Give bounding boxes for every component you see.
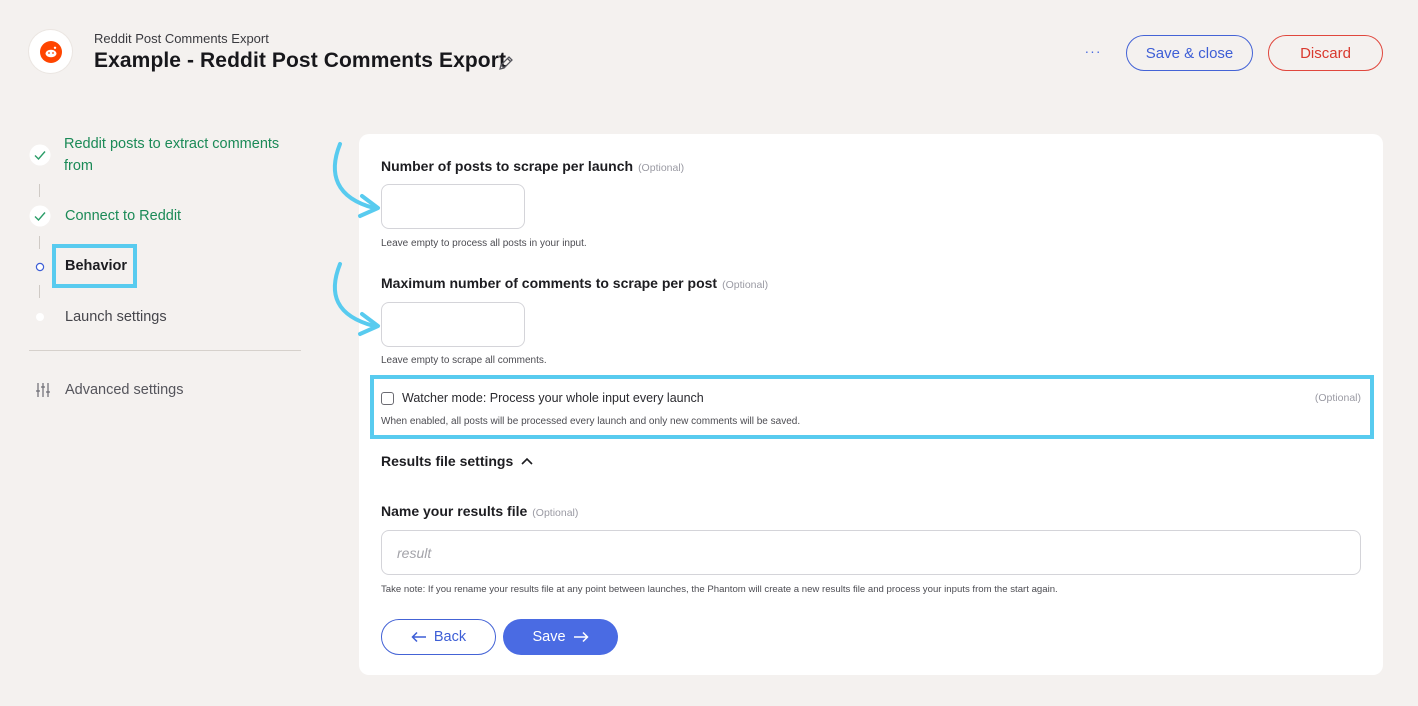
posts-per-launch-hint: Leave empty to process all posts in your… xyxy=(381,238,587,249)
results-file-hint: Take note: If you rename your results fi… xyxy=(381,584,1058,595)
step-connector xyxy=(39,236,40,249)
more-options-button[interactable]: ··· xyxy=(1080,40,1106,64)
optional-tag: (Optional) xyxy=(722,279,769,291)
step-launch-settings[interactable]: Launch settings xyxy=(65,306,167,328)
chevron-up-icon xyxy=(521,457,533,465)
page-title: Example - Reddit Post Comments Export xyxy=(94,49,507,72)
max-comments-label: Maximum number of comments to scrape per… xyxy=(381,275,768,291)
automation-type: Reddit Post Comments Export xyxy=(94,31,269,46)
arrow-left-icon xyxy=(411,631,426,643)
save-button-label: Save xyxy=(532,629,566,645)
results-file-label: Name your results file (Optional) xyxy=(381,503,578,519)
watcher-mode-label[interactable]: Watcher mode: Process your whole input e… xyxy=(402,391,704,405)
optional-tag: (Optional) xyxy=(532,507,579,519)
max-comments-hint: Leave empty to scrape all comments. xyxy=(381,355,547,366)
pencil-icon[interactable] xyxy=(497,54,515,72)
check-icon xyxy=(29,205,51,227)
discard-button[interactable]: Discard xyxy=(1268,35,1383,71)
current-step-icon xyxy=(29,256,51,278)
back-button[interactable]: Back xyxy=(381,619,496,655)
save-button[interactable]: Save xyxy=(503,619,618,655)
step-connector xyxy=(39,184,40,197)
highlight-box xyxy=(52,244,137,288)
optional-tag: (Optional) xyxy=(1314,392,1361,404)
optional-tag: (Optional) xyxy=(638,162,685,174)
results-file-input[interactable] xyxy=(381,530,1361,575)
watcher-mode-checkbox[interactable] xyxy=(381,392,394,405)
sliders-icon xyxy=(33,380,53,400)
posts-per-launch-label: Number of posts to scrape per launch (Opt… xyxy=(381,158,684,174)
field-label-text: Maximum number of comments to scrape per… xyxy=(381,275,718,291)
highlight-box xyxy=(370,375,1374,439)
save-close-button[interactable]: Save & close xyxy=(1126,35,1253,71)
check-icon xyxy=(29,144,51,166)
advanced-settings-link[interactable]: Advanced settings xyxy=(65,379,184,401)
app-logo xyxy=(29,30,72,73)
step-reddit-posts[interactable]: Reddit posts to extract comments from xyxy=(64,133,294,177)
posts-per-launch-input[interactable] xyxy=(381,184,525,229)
max-comments-input[interactable] xyxy=(381,302,525,347)
section-title: Results file settings xyxy=(381,453,514,469)
pending-step-icon xyxy=(29,306,51,328)
arrow-right-icon xyxy=(573,631,589,643)
reddit-logo-icon xyxy=(39,40,62,63)
step-connector xyxy=(39,285,40,298)
divider xyxy=(29,350,301,351)
results-file-settings-toggle[interactable]: Results file settings xyxy=(381,453,533,469)
watcher-mode-hint: When enabled, all posts will be processe… xyxy=(381,416,801,427)
step-connect-reddit[interactable]: Connect to Reddit xyxy=(65,205,181,227)
field-label-text: Name your results file xyxy=(381,503,528,519)
field-label-text: Number of posts to scrape per launch xyxy=(381,158,634,174)
back-button-label: Back xyxy=(433,629,467,645)
